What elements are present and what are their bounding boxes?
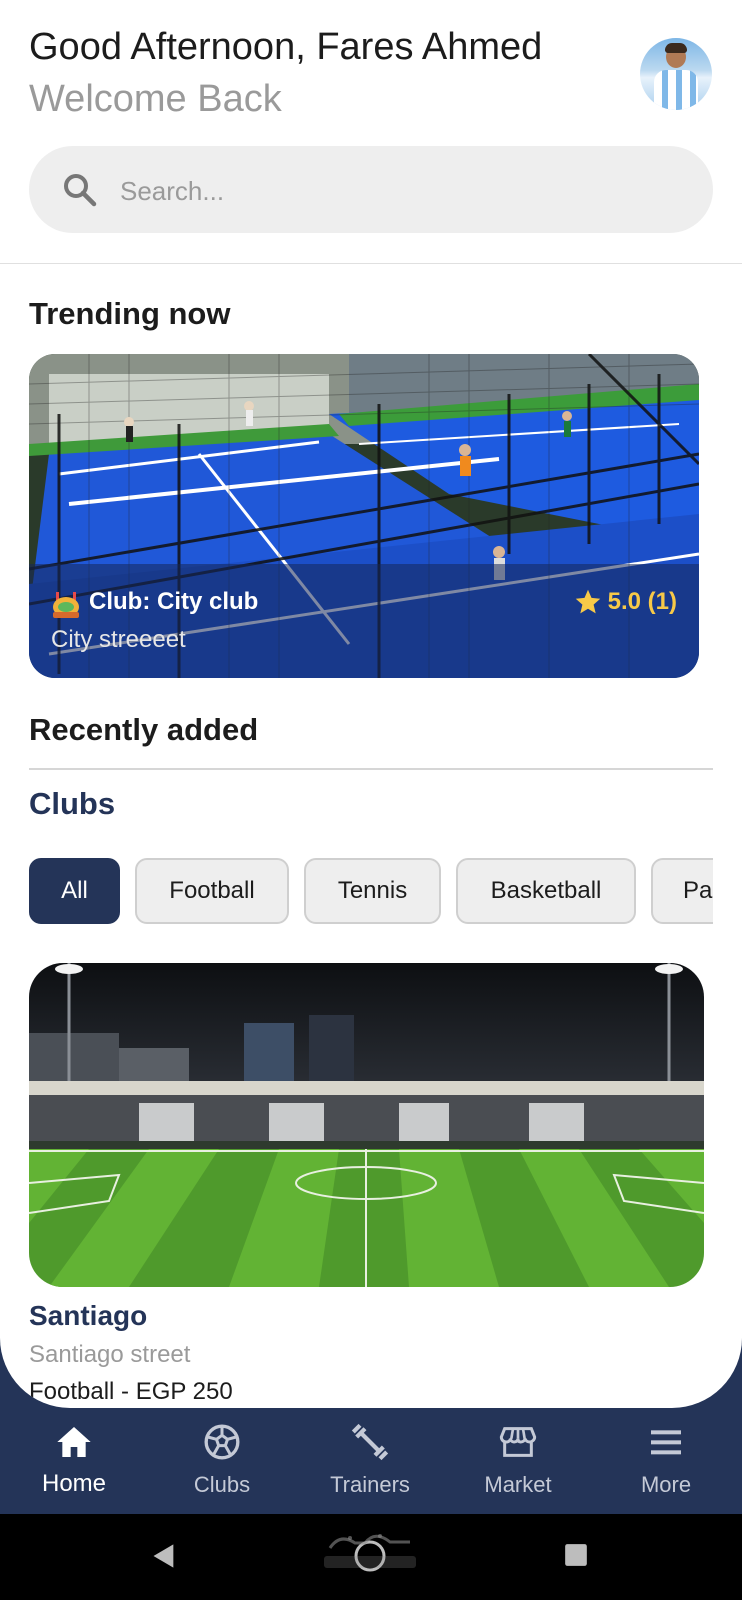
category-filter-chips[interactable]: All Football Tennis Basketball Pa xyxy=(29,858,713,928)
recents-icon[interactable] xyxy=(563,1542,589,1568)
trending-club-name: Club: City club xyxy=(89,588,259,615)
welcome-subtitle: Welcome Back xyxy=(29,78,282,120)
nav-market[interactable]: Market xyxy=(444,1408,592,1514)
watermark-logo xyxy=(324,1534,416,1568)
trending-title: Trending now xyxy=(29,296,231,331)
trending-club-card[interactable]: Club: City club City streeeet 5.0 (1) xyxy=(29,354,699,678)
chip-basketball[interactable]: Basketball xyxy=(456,858,636,924)
stadium-image xyxy=(29,963,704,1287)
nav-clubs[interactable]: Clubs xyxy=(148,1408,296,1514)
main-content[interactable]: Good Afternoon, Fares Ahmed Welcome Back… xyxy=(0,0,742,1408)
search-icon xyxy=(64,174,97,207)
menu-icon xyxy=(651,1430,681,1455)
stadium-icon xyxy=(53,592,79,618)
store-icon xyxy=(499,1427,537,1457)
greeting-text: Good Afternoon, Fares Ahmed xyxy=(29,26,543,68)
nav-trainers-label: Trainers xyxy=(330,1472,410,1497)
club-street: Santiago street xyxy=(29,1341,191,1368)
nav-home-label: Home xyxy=(41,1470,107,1497)
nav-trainers[interactable]: Trainers xyxy=(296,1408,444,1514)
bottom-navigation: Home Clubs Trainers Market More xyxy=(0,1408,742,1514)
avatar[interactable] xyxy=(640,38,712,110)
chip-padel[interactable]: Pa xyxy=(651,858,713,924)
nav-clubs-label: Clubs xyxy=(193,1472,251,1497)
nav-more-label: More xyxy=(640,1472,692,1497)
clubs-section-title: Clubs xyxy=(29,786,116,821)
home-icon xyxy=(57,1427,91,1457)
card-caption-overlay xyxy=(29,564,699,678)
club-sport-price: Football - EGP 250 xyxy=(29,1378,233,1405)
header-divider xyxy=(0,263,742,264)
recently-added-title: Recently added xyxy=(29,712,259,747)
club-name[interactable]: Santiago xyxy=(29,1300,147,1332)
dumbbell-icon xyxy=(351,1423,389,1461)
santiago-club-image[interactable] xyxy=(29,963,704,1287)
back-icon[interactable] xyxy=(150,1542,178,1570)
rating-value: 5.0 (1) xyxy=(607,588,677,615)
chip-tennis[interactable]: Tennis xyxy=(304,858,441,924)
rating-badge: 5.0 (1) xyxy=(574,588,677,616)
nav-market-label: Market xyxy=(484,1472,552,1497)
soccer-ball-icon xyxy=(204,1424,240,1460)
chip-all[interactable]: All xyxy=(29,858,120,924)
trending-club-street: City streeeet xyxy=(51,626,186,653)
chip-football[interactable]: Football xyxy=(135,858,289,924)
nav-home[interactable]: Home xyxy=(0,1408,148,1514)
star-icon xyxy=(575,589,600,614)
search-input[interactable] xyxy=(118,166,682,216)
nav-more[interactable]: More xyxy=(592,1408,740,1514)
section-divider xyxy=(29,768,713,770)
